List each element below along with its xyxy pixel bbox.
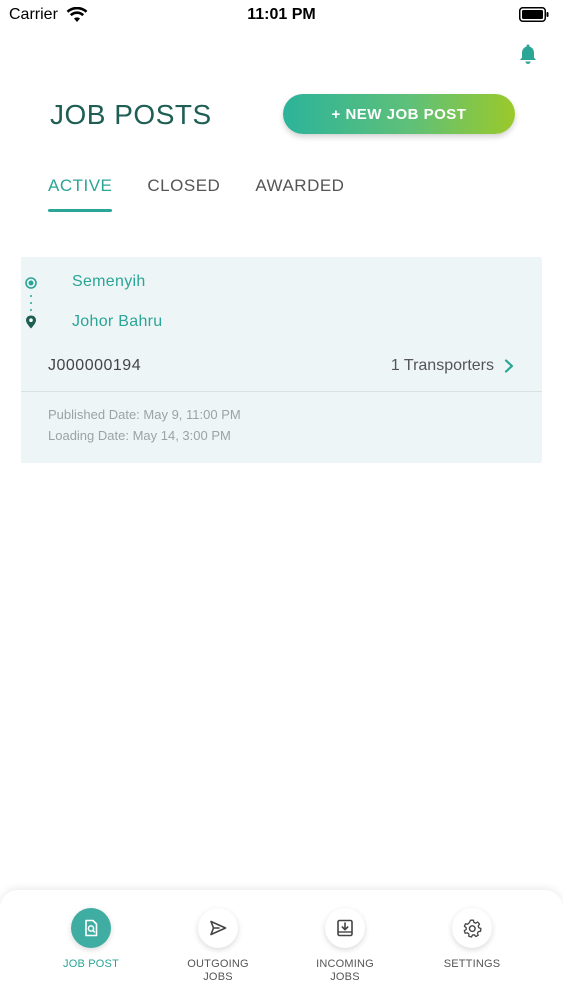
- job-card[interactable]: Semenyih Johor Bahru J000000194 1 Transp…: [21, 257, 542, 463]
- clock: 11:01 PM: [247, 6, 316, 23]
- tab-active[interactable]: ACTIVE: [48, 176, 113, 212]
- route-line: [30, 295, 32, 311]
- tab-awarded[interactable]: AWARDED: [255, 176, 344, 212]
- gear-icon: [463, 919, 482, 938]
- transporters-link[interactable]: 1 Transporters: [391, 357, 514, 375]
- job-id: J000000194: [48, 357, 142, 374]
- send-icon: [210, 920, 227, 936]
- card-divider: [21, 391, 542, 392]
- bell-icon[interactable]: [516, 42, 540, 66]
- nav-settings-circle: [452, 908, 492, 948]
- loading-date: Loading Date: May 14, 3:00 PM: [48, 428, 231, 443]
- nav-outgoing-label: OUTGOING JOBS: [187, 958, 249, 983]
- origin-location: Semenyih: [72, 273, 146, 290]
- origin-marker-icon: [25, 277, 37, 289]
- destination-pin-icon: [26, 315, 36, 329]
- nav-incoming-label: INCOMING JOBS: [316, 958, 374, 983]
- new-job-post-button[interactable]: + NEW JOB POST: [283, 94, 515, 134]
- page-title: JOB POSTS: [50, 99, 212, 130]
- job-post-icon: [85, 919, 98, 937]
- nav-job-post[interactable]: JOB POST: [36, 908, 146, 971]
- nav-outgoing-circle: [198, 908, 238, 948]
- inbox-download-icon: [337, 919, 353, 937]
- nav-settings-label: SETTINGS: [443, 958, 501, 970]
- published-date: Published Date: May 9, 11:00 PM: [48, 407, 241, 422]
- tab-bar: ACTIVE CLOSED AWARDED: [48, 176, 379, 212]
- nav-job-post-circle: [71, 908, 111, 948]
- nav-job-post-label: JOB POST: [63, 958, 119, 970]
- chevron-right-icon: [504, 359, 514, 373]
- destination-location: Johor Bahru: [72, 313, 163, 330]
- status-bar: Carrier 11:01 PM: [0, 0, 563, 30]
- nav-incoming-circle: [325, 908, 365, 948]
- nav-settings[interactable]: SETTINGS: [417, 908, 527, 971]
- nav-outgoing-jobs[interactable]: OUTGOING JOBS: [163, 908, 273, 984]
- battery-icon: [519, 7, 549, 22]
- transporters-count: 1 Transporters: [390, 357, 494, 374]
- tab-closed[interactable]: CLOSED: [147, 176, 220, 212]
- bottom-nav: JOB POST OUTGOING JOBS INCOMING JOBS SET…: [0, 890, 563, 1000]
- nav-incoming-jobs[interactable]: INCOMING JOBS: [290, 908, 400, 984]
